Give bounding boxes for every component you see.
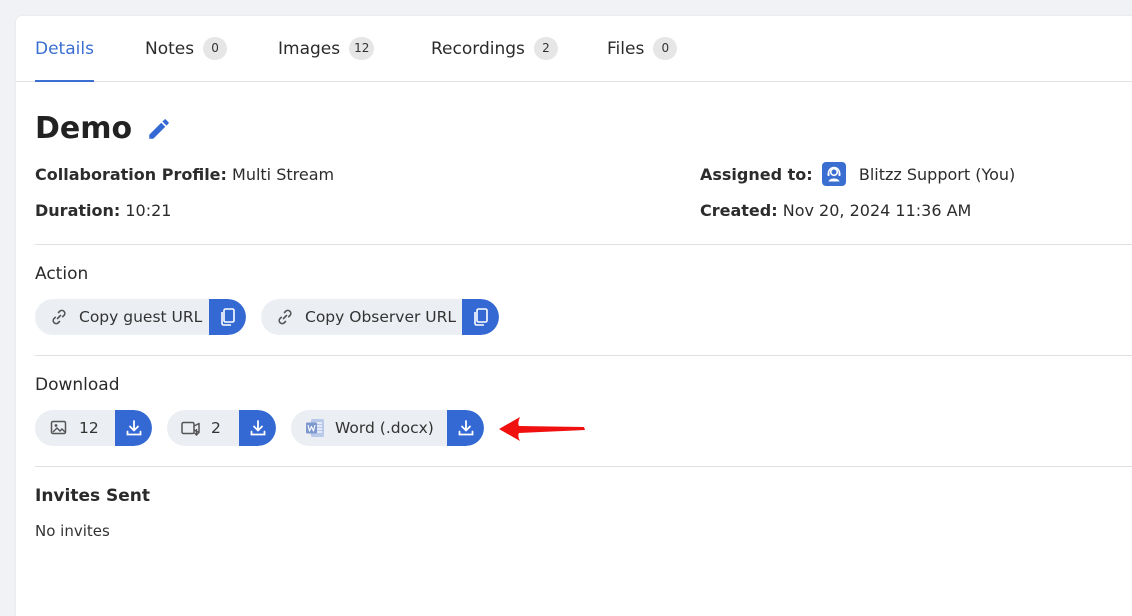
collaboration-profile-label: Collaboration Profile: [35, 165, 227, 184]
copy-icon[interactable] [209, 299, 246, 335]
download-icon[interactable] [115, 410, 152, 446]
annotation-arrow-icon [499, 417, 585, 441]
created: Created: Nov 20, 2024 11:36 AM [700, 201, 971, 220]
recordings-count: 2 [211, 419, 221, 437]
tab-notes-count: 0 [203, 37, 228, 60]
divider [35, 355, 1132, 356]
tab-files[interactable]: Files 0 [607, 16, 678, 81]
tab-recordings-label: Recordings [431, 38, 525, 59]
download-icon[interactable] [447, 410, 484, 446]
video-download-icon [180, 417, 202, 439]
tab-details-label: Details [35, 38, 94, 59]
duration: Duration: 10:21 [35, 201, 171, 220]
link-icon [48, 306, 70, 328]
tab-notes[interactable]: Notes 0 [145, 16, 228, 81]
collaboration-profile-value: Multi Stream [232, 165, 335, 184]
duration-label: Duration: [35, 201, 121, 220]
collaboration-profile: Collaboration Profile: Multi Stream [35, 165, 334, 184]
download-recordings-button[interactable]: 2 [167, 410, 276, 446]
tab-files-label: Files [607, 38, 645, 59]
tab-recordings-count: 2 [533, 37, 558, 60]
word-docx-label: Word (.docx) [335, 419, 434, 437]
tab-files-count: 0 [653, 37, 678, 60]
session-details-card: Details Notes 0 Images 12 Recordings 2 F… [16, 16, 1132, 616]
created-label: Created: [700, 201, 778, 220]
download-images-button[interactable]: 12 [35, 410, 152, 446]
tab-images-label: Images [278, 38, 341, 59]
copy-observer-url-button[interactable]: Copy Observer URL [261, 299, 499, 335]
images-count: 12 [79, 419, 99, 437]
copy-observer-url-label: Copy Observer URL [305, 308, 457, 326]
pencil-icon[interactable] [146, 116, 172, 142]
page-title: Demo [35, 111, 133, 146]
support-agent-icon [821, 162, 846, 186]
title-row: Demo [35, 111, 172, 146]
copy-guest-url-label: Copy guest URL [79, 308, 203, 326]
image-icon [48, 417, 70, 439]
tab-recordings[interactable]: Recordings 2 [431, 16, 558, 81]
no-invites-text: No invites [35, 522, 110, 540]
action-heading: Action [35, 264, 89, 284]
download-heading: Download [35, 375, 120, 395]
divider [35, 466, 1132, 467]
tab-details[interactable]: Details [35, 16, 94, 82]
assigned-to: Assigned to: Blitzz Support (You) [700, 162, 1016, 186]
tab-notes-label: Notes [145, 38, 195, 59]
download-word-button[interactable]: Word (.docx) [291, 410, 484, 446]
download-icon[interactable] [239, 410, 276, 446]
tab-images-count: 12 [349, 37, 375, 60]
word-document-icon [304, 417, 326, 439]
divider [35, 244, 1132, 245]
copy-guest-url-button[interactable]: Copy guest URL [35, 299, 246, 335]
tab-bar: Details Notes 0 Images 12 Recordings 2 F… [16, 16, 1132, 82]
duration-value: 10:21 [125, 201, 172, 220]
tab-images[interactable]: Images 12 [278, 16, 375, 81]
copy-icon[interactable] [462, 299, 499, 335]
invites-sent-heading: Invites Sent [35, 486, 151, 506]
link-icon [274, 306, 296, 328]
created-value: Nov 20, 2024 11:36 AM [782, 201, 972, 220]
assigned-to-value: Blitzz Support (You) [858, 165, 1016, 184]
assigned-to-label: Assigned to: [700, 165, 813, 184]
